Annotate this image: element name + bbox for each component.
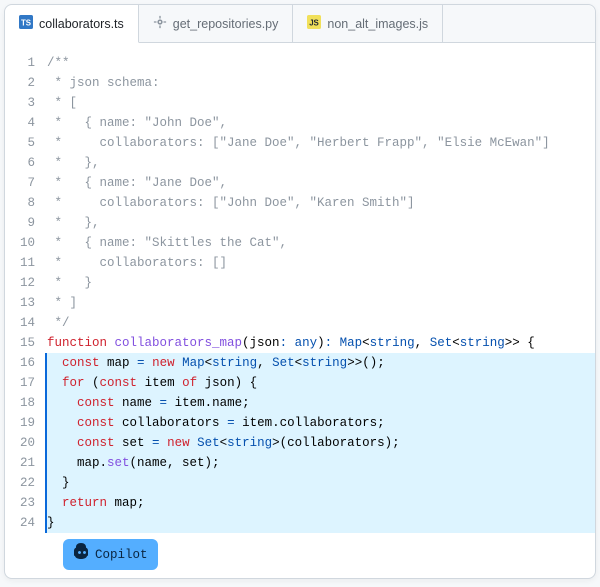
code-line[interactable]: * },	[47, 213, 595, 233]
line-number: 23	[5, 493, 35, 513]
code-line[interactable]: * ]	[47, 293, 595, 313]
line-number: 6	[5, 153, 35, 173]
code-line[interactable]: }	[47, 473, 595, 493]
tab-get_repositories-py[interactable]: get_repositories.py	[139, 5, 294, 42]
tab-label: get_repositories.py	[173, 17, 279, 31]
line-number: 1	[5, 53, 35, 73]
code-area[interactable]: 123456789101112131415161718192021222324 …	[5, 43, 595, 578]
code-line[interactable]: */	[47, 313, 595, 333]
line-number: 18	[5, 393, 35, 413]
code-line[interactable]: * { name: "John Doe",	[47, 113, 595, 133]
line-number: 9	[5, 213, 35, 233]
line-number: 13	[5, 293, 35, 313]
code-line[interactable]: const map = new Map<string, Set<string>>…	[47, 353, 595, 373]
code-line[interactable]: for (const item of json) {	[47, 373, 595, 393]
line-number: 20	[5, 433, 35, 453]
code-line[interactable]: * { name: "Jane Doe",	[47, 173, 595, 193]
code-line[interactable]: * [	[47, 93, 595, 113]
line-number: 5	[5, 133, 35, 153]
code-line[interactable]: const collaborators = item.collaborators…	[47, 413, 595, 433]
line-number: 11	[5, 253, 35, 273]
line-number: 3	[5, 93, 35, 113]
py-file-icon	[153, 15, 167, 32]
copilot-suggestion-badge[interactable]: Copilot	[63, 539, 158, 570]
line-number: 24	[5, 513, 35, 533]
tab-label: collaborators.ts	[39, 17, 124, 31]
svg-text:JS: JS	[310, 19, 320, 28]
code-line[interactable]: const name = item.name;	[47, 393, 595, 413]
line-number: 14	[5, 313, 35, 333]
js-file-icon: JS	[307, 15, 321, 32]
code-line[interactable]: * },	[47, 153, 595, 173]
line-number: 22	[5, 473, 35, 493]
line-number: 7	[5, 173, 35, 193]
code-line[interactable]: /**	[47, 53, 595, 73]
line-number: 15	[5, 333, 35, 353]
code-line[interactable]: function collaborators_map(json: any): M…	[47, 333, 595, 353]
line-number: 10	[5, 233, 35, 253]
code-line[interactable]: * }	[47, 273, 595, 293]
code-line[interactable]: return map;	[47, 493, 595, 513]
code-line[interactable]: map.set(name, set);	[47, 453, 595, 473]
code-line[interactable]: * json schema:	[47, 73, 595, 93]
code-line[interactable]: * collaborators: ["Jane Doe", "Herbert F…	[47, 133, 595, 153]
copilot-icon	[73, 543, 89, 566]
tab-label: non_alt_images.js	[327, 17, 428, 31]
tab-non_alt_images-js[interactable]: JS non_alt_images.js	[293, 5, 443, 42]
tab-collaborators-ts[interactable]: TS collaborators.ts	[5, 5, 139, 43]
code-line[interactable]: }	[47, 513, 595, 533]
line-number: 19	[5, 413, 35, 433]
line-number-gutter: 123456789101112131415161718192021222324	[5, 53, 47, 578]
line-number: 12	[5, 273, 35, 293]
line-number: 17	[5, 373, 35, 393]
copilot-label: Copilot	[95, 545, 148, 565]
code-line[interactable]: * collaborators: ["John Doe", "Karen Smi…	[47, 193, 595, 213]
line-number: 2	[5, 73, 35, 93]
code-line[interactable]: const set = new Set<string>(collaborator…	[47, 433, 595, 453]
line-number: 21	[5, 453, 35, 473]
line-number: 4	[5, 113, 35, 133]
editor-container: TS collaborators.ts get_repositories.py JS n…	[4, 4, 596, 579]
tab-bar: TS collaborators.ts get_repositories.py JS n…	[5, 5, 595, 43]
code-line[interactable]: * { name: "Skittles the Cat",	[47, 233, 595, 253]
code-lines[interactable]: /** * json schema: * [ * { name: "John D…	[47, 53, 595, 578]
ts-file-icon: TS	[19, 15, 33, 32]
code-line[interactable]: * collaborators: []	[47, 253, 595, 273]
line-number: 16	[5, 353, 35, 373]
line-number: 8	[5, 193, 35, 213]
svg-text:TS: TS	[21, 19, 31, 28]
